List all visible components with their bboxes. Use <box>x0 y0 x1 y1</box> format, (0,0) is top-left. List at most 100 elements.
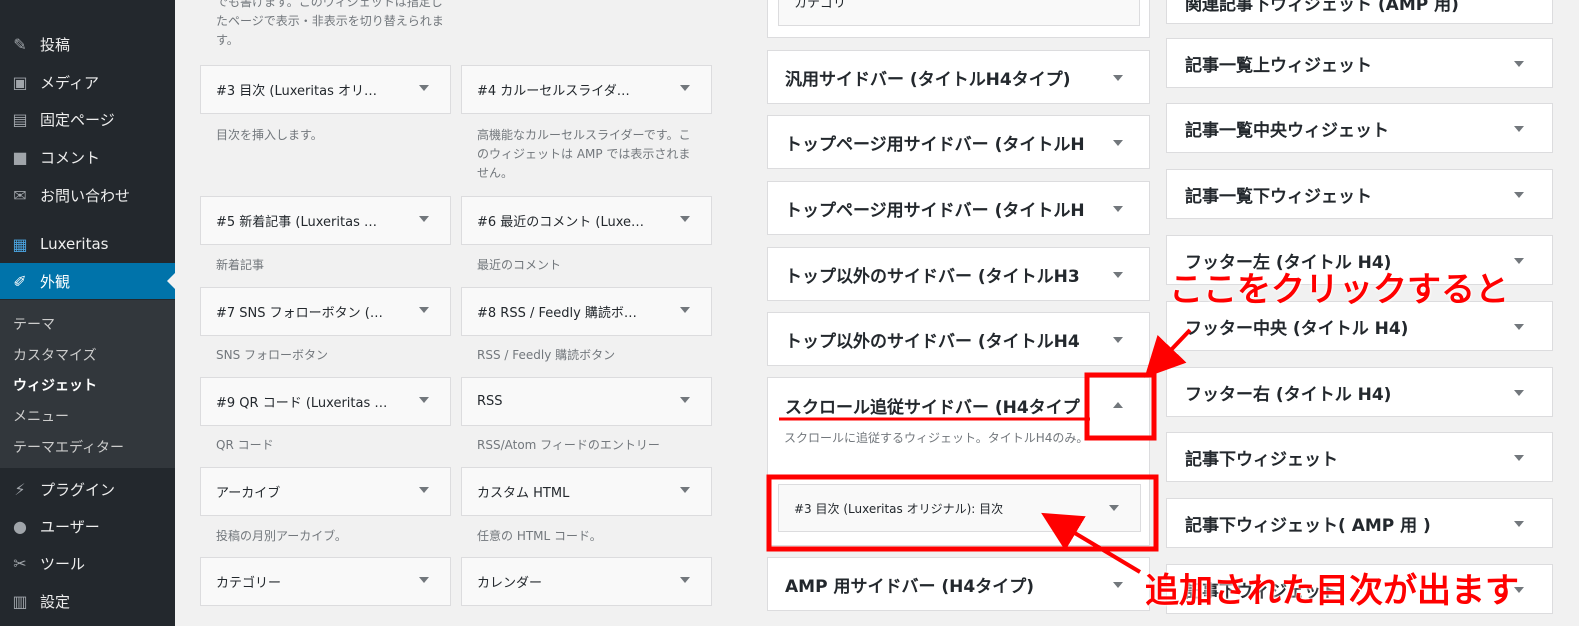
widget-title: #4 カルーセルスライダ… <box>477 84 630 99</box>
widget-description: RSS / Feedly 購読ボタン <box>477 348 616 362</box>
sidebar-area-scroll-follow: スクロール追従サイドバー (H4タイプ スクロールに追従するウィジェット。タイト… <box>767 377 1150 546</box>
widget-description: 任意の HTML コード。 <box>477 529 602 543</box>
chevron-down-icon <box>680 307 690 313</box>
sidebar-area-title: 汎用サイドバー (タイトルH4タイプ) <box>785 69 1071 90</box>
sidebar-area-description: スクロールに追従するウィジェット。タイトルH4のみ。 <box>784 431 1089 445</box>
grid-icon: ▦ <box>12 234 28 254</box>
chevron-down-icon <box>419 307 429 313</box>
sidebar-item-comments[interactable]: ■ コメント <box>0 139 175 175</box>
sidebar-area-header[interactable]: スクロール追従サイドバー (H4タイプ <box>768 378 1149 432</box>
sidebar-area-post-bottom[interactable]: 記事下ウィジェット <box>1166 432 1553 482</box>
sidebar-item-label: お問い合わせ <box>40 186 131 205</box>
chevron-down-icon <box>1514 390 1524 396</box>
widget-description: 新着記事 <box>216 258 265 272</box>
sidebar-item-plugins[interactable]: ⚡ プラグイン <box>0 471 175 507</box>
available-widget-categories[interactable]: カテゴリー <box>200 557 451 606</box>
page-icon: ▤ <box>12 109 28 129</box>
chevron-down-icon <box>1514 521 1524 527</box>
plugin-icon: ⚡ <box>14 479 26 499</box>
available-widget-carousel[interactable]: #4 カルーセルスライダ… <box>461 65 712 114</box>
comment-icon: ■ <box>12 147 28 167</box>
chevron-down-icon <box>680 397 690 403</box>
chevron-down-icon <box>419 487 429 493</box>
submenu-widgets[interactable]: ウィジェット <box>13 375 97 395</box>
sidebar-item-luxeritas[interactable]: ▦ Luxeritas <box>0 226 175 262</box>
available-widget-rss-feedly[interactable]: #8 RSS / Feedly 購読ボ… <box>461 287 712 336</box>
chevron-down-icon <box>1514 192 1524 198</box>
sidebar-item-pages[interactable]: ▤ 固定ページ <box>0 101 175 137</box>
placed-widget-toc[interactable]: #3 目次 (Luxeritas オリジナル): 目次 <box>778 484 1141 532</box>
sidebar-area-non-top-h3[interactable]: トップ以外のサイドバー (タイトルH3 <box>767 247 1150 301</box>
sidebar-item-settings[interactable]: ▥ 設定 <box>0 583 175 619</box>
sidebar-item-contact[interactable]: ✉ お問い合わせ <box>0 177 175 213</box>
available-widget-qr-code[interactable]: #9 QR コード (Luxeritas … <box>200 377 451 426</box>
widget-description: SNS フォローボタン <box>216 348 329 362</box>
chevron-down-icon <box>419 397 429 403</box>
widget-title: アーカイブ <box>216 486 281 501</box>
sidebar-item-label: プラグイン <box>40 480 116 499</box>
widget-title: カスタム HTML <box>477 486 570 501</box>
available-widget-toc[interactable]: #3 目次 (Luxeritas オリ… <box>200 65 451 114</box>
sidebar-area-top-page-1[interactable]: トップページ用サイドバー (タイトルH <box>767 115 1150 169</box>
chevron-down-icon <box>1113 75 1123 81</box>
chevron-down-icon <box>1514 258 1524 264</box>
sidebar-item-tools[interactable]: ✂ ツール <box>0 545 175 581</box>
sidebar-area-title: フッター右 (タイトル H4) <box>1185 384 1392 405</box>
available-widget-rss[interactable]: RSS <box>461 377 712 426</box>
chevron-up-icon[interactable] <box>1113 402 1123 408</box>
sidebar-item-label: Luxeritas <box>40 235 109 253</box>
sidebar-item-label: ツール <box>40 554 86 573</box>
sidebar-item-users[interactable]: ● ユーザー <box>0 508 175 544</box>
chevron-down-icon <box>1113 337 1123 343</box>
chevron-down-icon <box>1514 126 1524 132</box>
sidebar-area-title: 記事下ウィジェット <box>1185 449 1338 470</box>
sidebar-area-amp[interactable]: AMP 用サイドバー (H4タイプ) <box>767 557 1150 611</box>
submenu-customize[interactable]: カスタマイズ <box>13 345 97 365</box>
widget-title: カレンダー <box>477 576 543 591</box>
sidebar-area-list-top[interactable]: 記事一覧上ウィジェット <box>1166 38 1553 88</box>
sidebar-area-title: トップ以外のサイドバー (タイトルH4 <box>785 331 1080 352</box>
sidebar-item-dashboard-partial[interactable] <box>0 0 175 6</box>
sidebar-item-media[interactable]: ▣ メディア <box>0 64 175 100</box>
widget-description: 目次を挿入します。 <box>216 128 323 142</box>
sidebar-area-list-bottom[interactable]: 記事一覧下ウィジェット <box>1166 169 1553 219</box>
sidebar-item-label: メディア <box>40 73 99 92</box>
sidebar-item-label: 外観 <box>40 272 71 291</box>
submenu-menus[interactable]: メニュー <box>13 406 69 426</box>
widget-title: #3 目次 (Luxeritas オリ… <box>216 84 377 99</box>
widget-description: RSS/Atom フィードのエントリー <box>477 438 660 452</box>
placed-widget[interactable]: カテゴリ <box>778 0 1140 26</box>
available-widget-recent-posts[interactable]: #5 新着記事 (Luxeritas … <box>200 196 451 245</box>
sidebar-area-general[interactable]: 汎用サイドバー (タイトルH4タイプ) <box>767 50 1150 104</box>
sidebar-area-title: スクロール追従サイドバー (H4タイプ <box>785 397 1080 418</box>
sidebar-area-title: フッター中央 (タイトル H4) <box>1185 318 1409 339</box>
submenu-theme-editor[interactable]: テーマエディター <box>13 437 124 457</box>
sidebar-area-post-bottom-amp[interactable]: 記事下ウィジェット( AMP 用 ) <box>1166 498 1553 548</box>
sidebar-item-posts[interactable]: ✎ 投稿 <box>0 26 175 62</box>
sidebar-area-title: AMP 用サイドバー (H4タイプ) <box>785 576 1034 597</box>
chevron-down-icon <box>1113 140 1123 146</box>
widget-description: でも書けます。このウィジェットは指定したページで表示・非表示を切り替えられます。 <box>216 0 444 47</box>
chevron-down-icon <box>1514 324 1524 330</box>
sidebar-area-top-page-2[interactable]: トップページ用サイドバー (タイトルH <box>767 181 1150 235</box>
widget-description: 投稿の月別アーカイブ。 <box>216 529 347 543</box>
chevron-down-icon <box>1109 505 1119 511</box>
sidebar-area-title: トップ以外のサイドバー (タイトルH3 <box>785 266 1080 287</box>
submenu-themes[interactable]: テーマ <box>13 314 55 334</box>
widget-title: カテゴリー <box>216 576 282 591</box>
sidebar-area-list-middle[interactable]: 記事一覧中央ウィジェット <box>1166 103 1553 153</box>
sidebar-item-appearance[interactable]: ✐ 外観 <box>0 263 175 299</box>
available-widget-archive[interactable]: アーカイブ <box>200 467 451 516</box>
chevron-down-icon <box>419 85 429 91</box>
available-widget-sns-follow[interactable]: #7 SNS フォローボタン (… <box>200 287 451 336</box>
sidebar-area-related-amp[interactable]: 関連記事下ウィジェット (AMP 用) <box>1166 0 1553 24</box>
available-widget-custom-html[interactable]: カスタム HTML <box>461 467 712 516</box>
sidebar-area-non-top-h4[interactable]: トップ以外のサイドバー (タイトルH4 <box>767 312 1150 366</box>
available-widget-calendar[interactable]: カレンダー <box>461 557 712 606</box>
available-widget-recent-comments[interactable]: #6 最近のコメント (Luxe… <box>461 196 712 245</box>
sidebar-item-label: ユーザー <box>40 517 100 536</box>
chevron-down-icon <box>1113 272 1123 278</box>
widget-title: #6 最近のコメント (Luxe… <box>477 215 645 230</box>
sidebar-item-label: コメント <box>40 148 101 167</box>
sidebar-area-footer-right[interactable]: フッター右 (タイトル H4) <box>1166 367 1553 417</box>
